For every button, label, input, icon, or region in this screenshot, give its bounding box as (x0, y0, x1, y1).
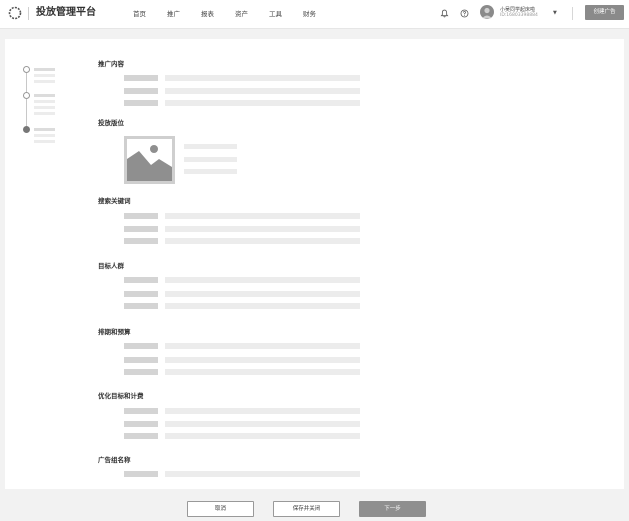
placement-text-placeholder (184, 144, 237, 149)
field-label-placeholder (124, 408, 158, 414)
field-label-placeholder (124, 291, 158, 297)
field-placeholder[interactable] (165, 408, 360, 414)
stepper-line (26, 99, 27, 126)
nav-item-promotion[interactable]: 推广 (167, 9, 180, 19)
stepper-line (26, 73, 27, 93)
bell-icon[interactable] (440, 9, 449, 18)
create-ad-button[interactable]: 创建广告 (585, 5, 624, 20)
field-label-placeholder (124, 357, 158, 363)
field-placeholder[interactable] (165, 343, 360, 349)
image-placeholder[interactable] (124, 136, 175, 184)
section-title-ad-group-name: 广告组名称 (98, 456, 131, 464)
field-placeholder[interactable] (165, 433, 360, 439)
field-placeholder[interactable] (165, 303, 360, 309)
section-title-keywords: 搜索关键词 (98, 197, 131, 205)
logo-divider (28, 7, 29, 20)
field-label-placeholder (124, 433, 158, 439)
stepper-sublabel (34, 100, 55, 103)
field-placeholder[interactable] (165, 226, 360, 232)
placement-text-placeholder (184, 169, 237, 174)
nav-item-finance[interactable]: 财务 (303, 9, 316, 19)
field-label-placeholder (124, 238, 158, 244)
field-placeholder[interactable] (165, 357, 360, 363)
field-placeholder[interactable] (165, 75, 360, 81)
cancel-button[interactable]: 取消 (187, 501, 254, 517)
logo-icon[interactable] (8, 6, 22, 20)
user-id: ID:16803398884 (500, 13, 538, 18)
field-placeholder[interactable] (165, 277, 360, 283)
nav-item-assets[interactable]: 资产 (235, 9, 248, 19)
field-label-placeholder (124, 343, 158, 349)
user-avatar-icon (482, 7, 492, 19)
save-and-close-button[interactable]: 保存并关闭 (273, 501, 340, 517)
field-placeholder[interactable] (165, 471, 360, 477)
stepper-dot[interactable] (23, 66, 30, 73)
field-label-placeholder (124, 303, 158, 309)
header-divider (572, 7, 573, 20)
nav-item-home[interactable]: 首页 (133, 9, 146, 19)
stepper-dot-active[interactable] (23, 126, 30, 133)
chevron-down-icon[interactable]: ▼ (553, 10, 557, 16)
placement-text-placeholder (184, 157, 237, 162)
field-placeholder[interactable] (165, 238, 360, 244)
field-label-placeholder (124, 100, 158, 106)
field-placeholder[interactable] (165, 369, 360, 375)
field-label-placeholder (124, 277, 158, 283)
image-icon (127, 139, 172, 181)
section-title-target-audience: 目标人群 (98, 262, 124, 270)
section-title-promotion-content: 推广内容 (98, 60, 124, 68)
section-title-optimization-billing: 优化目标和计费 (98, 392, 144, 400)
nav-item-tools[interactable]: 工具 (269, 9, 282, 19)
section-title-schedule-budget: 排期和预算 (98, 328, 131, 336)
field-placeholder[interactable] (165, 421, 360, 427)
field-label-placeholder (124, 213, 158, 219)
field-label-placeholder (124, 421, 158, 427)
top-header: 投放管理平台 首页 推广 报表 资产 工具 财务 小吴同学起床啦 ID:1680… (0, 0, 629, 29)
field-placeholder[interactable] (165, 100, 360, 106)
brand-title[interactable]: 投放管理平台 (36, 6, 96, 20)
help-icon[interactable] (460, 9, 469, 18)
field-label-placeholder (124, 226, 158, 232)
stepper-sublabel (34, 106, 55, 109)
stepper-label (34, 128, 55, 131)
avatar[interactable] (480, 5, 494, 19)
next-step-button[interactable]: 下一步 (359, 501, 426, 517)
field-placeholder[interactable] (165, 291, 360, 297)
field-label-placeholder (124, 75, 158, 81)
stepper-dot[interactable] (23, 92, 30, 99)
stepper-sublabel (34, 112, 55, 115)
field-label-placeholder (124, 88, 158, 94)
stepper-sublabel (34, 80, 55, 83)
main-content: 推广内容 投放版位 搜索关键词 目标人群 排期和预算 优化目标和计费 广告组名称 (5, 39, 624, 489)
stepper-label (34, 94, 55, 97)
user-name[interactable]: 小吴同学起床啦 (500, 6, 535, 13)
nav-item-reports[interactable]: 报表 (201, 9, 214, 19)
field-label-placeholder (124, 471, 158, 477)
stepper-sublabel (34, 140, 55, 143)
stepper-sublabel (34, 74, 55, 77)
stepper-label (34, 68, 55, 71)
field-label-placeholder (124, 369, 158, 375)
section-title-placement: 投放版位 (98, 119, 124, 127)
field-placeholder[interactable] (165, 213, 360, 219)
footer-actions: 取消 保存并关闭 下一步 (0, 491, 629, 521)
stepper-sublabel (34, 134, 55, 137)
field-placeholder[interactable] (165, 88, 360, 94)
